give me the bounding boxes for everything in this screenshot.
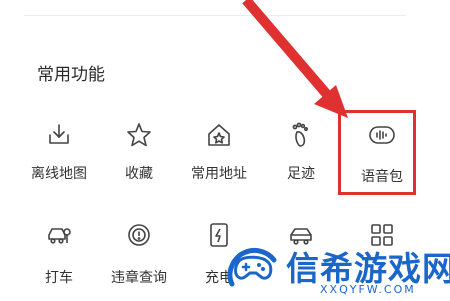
offline-map-icon (45, 121, 73, 149)
feature-label: 常用地址 (191, 166, 247, 182)
feature-favorites[interactable]: 收藏 (99, 121, 179, 201)
feature-taxi[interactable]: 打车 (19, 221, 99, 301)
highlight-box (338, 110, 416, 195)
watermark: 信希游戏网 XXQYFW.COM (222, 236, 450, 300)
taxi-icon (45, 221, 73, 249)
feature-label: 打车 (45, 270, 73, 286)
gamepad-logo-icon (227, 247, 277, 287)
feature-label: 足迹 (287, 166, 315, 182)
feature-label: 离线地图 (31, 166, 87, 182)
home-star-icon (205, 121, 233, 149)
divider-line (24, 15, 406, 16)
feature-label: 收藏 (125, 166, 153, 182)
feature-violation-query[interactable]: 违章查询 (99, 221, 179, 301)
feature-label: 违章查询 (111, 270, 167, 286)
feature-common-address[interactable]: 常用地址 (179, 121, 259, 201)
feature-footprint[interactable]: 足迹 (261, 121, 341, 201)
watermark-domain: XXQYFW.COM (320, 283, 416, 296)
feature-offline-map[interactable]: 离线地图 (19, 121, 99, 201)
star-icon (125, 121, 153, 149)
footprint-icon (287, 121, 315, 149)
violation-query-icon (125, 221, 153, 249)
section-title: 常用功能 (37, 65, 105, 85)
